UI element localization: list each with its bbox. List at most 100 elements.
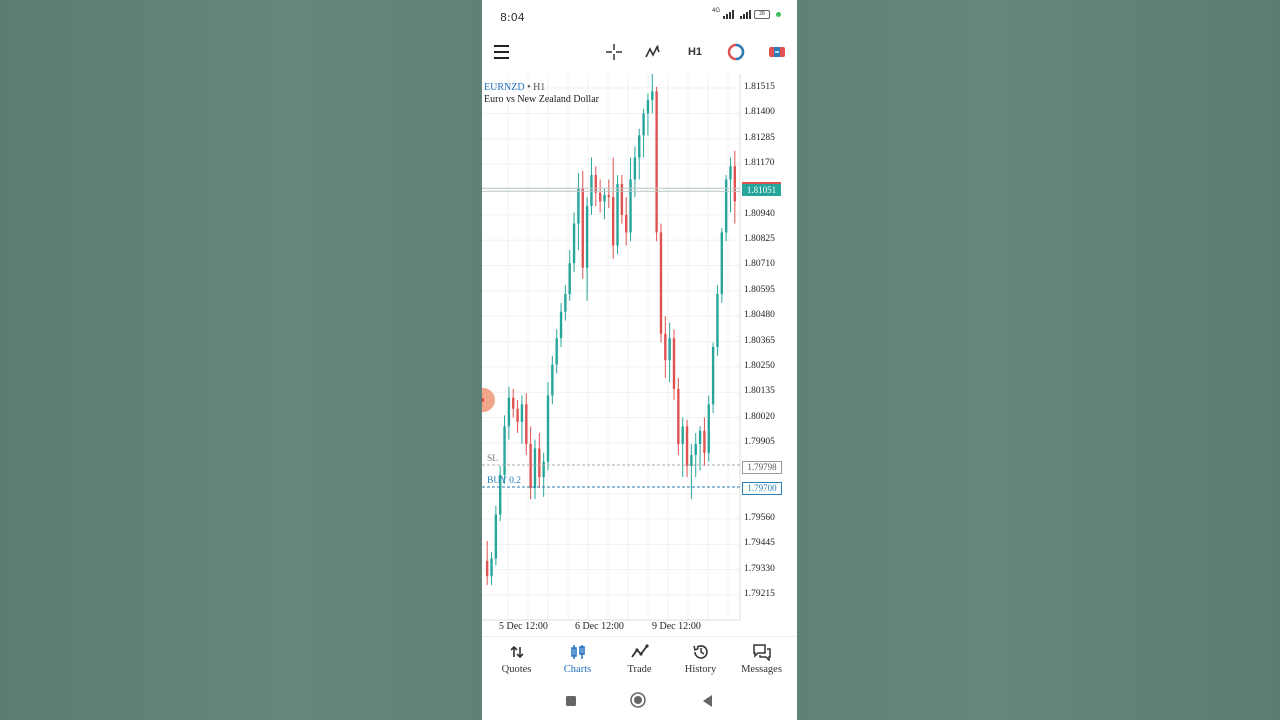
candle-bullish (568, 250, 571, 301)
candle-body (572, 223, 576, 264)
candle-bullish (629, 157, 632, 242)
candle-body (559, 311, 563, 339)
nav-messages[interactable]: Messages (730, 643, 793, 675)
nav-charts[interactable]: Charts (546, 643, 609, 675)
menu-icon[interactable] (488, 40, 514, 64)
candle-body (538, 448, 541, 478)
price-axis-label: 1.79330 (744, 563, 775, 574)
price-axis-label: 1.80365 (744, 335, 775, 346)
candle-bullish (577, 172, 580, 251)
battery-icon: 28 (754, 10, 770, 19)
buy-order-label[interactable]: BUY 0.2 (487, 476, 521, 486)
quotes-icon (485, 643, 548, 661)
buy-price-tag: 1.79700 (742, 482, 782, 495)
candle-body (490, 558, 493, 577)
price-axis-label: 1.80825 (744, 234, 775, 245)
candle-bullish (559, 302, 563, 348)
chart-area[interactable]: EURNZD • H1 Euro vs New Zealand Dollar 1… (482, 74, 797, 636)
nav-trade-label: Trade (627, 664, 652, 675)
candle-bullish (551, 355, 554, 405)
new-order-icon[interactable] (764, 40, 790, 64)
sl-label[interactable]: SL (487, 454, 498, 464)
candle-body (594, 175, 597, 193)
candle-body (546, 395, 550, 462)
recent-apps-button[interactable] (565, 694, 577, 712)
candle-body (542, 461, 545, 478)
crosshair-icon[interactable] (602, 40, 626, 64)
candle-bearish (516, 399, 519, 433)
candle-bearish (611, 157, 615, 259)
candle-bullish (729, 157, 732, 213)
time-axis-label: 9 Dec 12:00 (652, 621, 701, 632)
candle-bullish (633, 146, 637, 198)
candle-bearish (598, 179, 602, 213)
candle-body (672, 338, 676, 389)
indicators-icon[interactable]: f (641, 40, 667, 64)
candle-body (646, 100, 650, 114)
candle-body (720, 232, 723, 295)
candle-body (516, 408, 519, 422)
price-axis-label: 1.81170 (744, 158, 775, 169)
candle-body (581, 188, 584, 268)
candle-body (716, 294, 719, 348)
candle-bearish (733, 150, 737, 224)
nav-quotes[interactable]: Quotes (485, 643, 548, 675)
nav-trade[interactable]: Trade (608, 643, 671, 675)
candle-bullish (572, 212, 576, 273)
status-icons: 4G 28 (712, 8, 781, 19)
price-axis-label: 1.81285 (744, 132, 775, 143)
candle-bearish (581, 170, 584, 279)
candle-body (703, 430, 706, 453)
price-axis-label: 1.79445 (744, 538, 775, 549)
candle-bearish (529, 426, 532, 500)
candle-body (598, 192, 602, 202)
price-axis-label: 1.81400 (744, 107, 775, 118)
candle-body (485, 560, 489, 577)
timeframe-button[interactable]: H1 (682, 40, 708, 64)
candle-body (664, 333, 667, 361)
candle-body (577, 188, 580, 224)
candle-bullish (494, 505, 498, 566)
time-axis-label: 6 Dec 12:00 (575, 621, 624, 632)
privacy-indicator-icon (776, 12, 781, 17)
bottom-navigation: Quotes Charts Trade History Messages (482, 636, 797, 685)
nav-history[interactable]: History (669, 643, 732, 675)
price-axis-label: 1.81515 (744, 82, 775, 92)
status-time: 8:04 (500, 11, 525, 24)
timeframe-label: H1 (687, 46, 703, 58)
charts-icon (546, 643, 609, 661)
candle-body (564, 294, 567, 312)
candle-bullish (542, 452, 545, 497)
candle-body (512, 397, 515, 409)
trade-icon (608, 643, 671, 661)
candle-body (633, 157, 637, 180)
price-axis-label: 1.80710 (744, 259, 775, 270)
candle-bullish (681, 417, 684, 478)
candle-bearish (485, 540, 489, 586)
candle-body (698, 430, 702, 445)
sl-price-tag: 1.79798 (742, 461, 782, 474)
candle-bullish (638, 128, 641, 180)
candle-body (724, 179, 728, 233)
candle-bearish (703, 417, 706, 467)
price-axis-label: 1.80480 (744, 310, 775, 321)
candle-bullish (694, 432, 697, 478)
nav-charts-label: Charts (563, 664, 592, 675)
candle-body (503, 426, 506, 475)
phone-screen: 8:04 4G 28 f H1 EURNZD • H1 Euro vs New … (482, 0, 797, 720)
background-right (797, 0, 1280, 720)
signal-icon (723, 10, 734, 19)
candle-bearish (538, 432, 541, 489)
home-button[interactable] (630, 692, 646, 713)
candle-bullish (720, 227, 723, 303)
candle-body (529, 444, 532, 489)
candle-body (733, 166, 737, 202)
candle-body (603, 194, 606, 202)
back-button[interactable] (701, 694, 713, 713)
chart-toolbar: f H1 (482, 34, 797, 70)
candle-bearish (512, 388, 515, 418)
candle-body (494, 514, 498, 559)
objects-icon[interactable] (723, 40, 749, 64)
candle-bullish (690, 444, 693, 500)
candle-body (585, 205, 589, 268)
